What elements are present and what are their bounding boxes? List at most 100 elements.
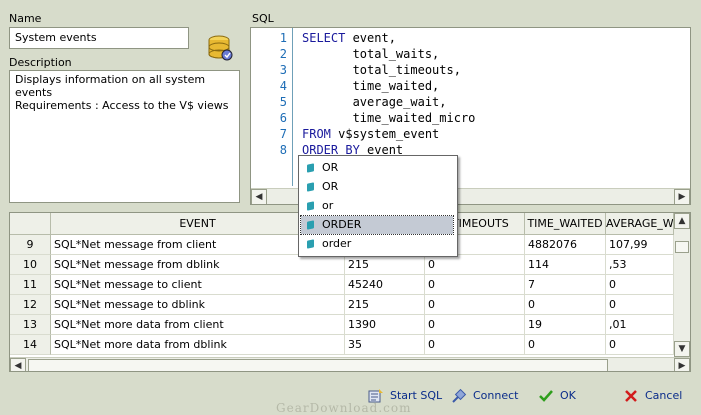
table-cell[interactable]: 0 <box>525 295 606 315</box>
row-number[interactable]: 10 <box>10 255 51 275</box>
keyword-icon <box>307 239 314 249</box>
table-cell[interactable]: ,53 <box>606 255 674 275</box>
scroll-right-icon[interactable]: ▶ <box>674 189 690 204</box>
sql-line: time_waited_micro <box>302 111 476 125</box>
row-number[interactable]: 9 <box>10 235 51 255</box>
cancel-button[interactable]: Cancel <box>623 386 685 406</box>
line-number: 3 <box>279 63 287 77</box>
table-cell[interactable]: 0 <box>606 295 674 315</box>
sql-line: average_wait, <box>302 95 447 109</box>
watermark: GearDownload.com <box>276 401 412 415</box>
table-cell[interactable]: SQL*Net more data from client <box>51 315 345 335</box>
autocomplete-item[interactable]: ORDER <box>300 215 454 235</box>
line-number: 1 <box>279 31 287 45</box>
scroll-left-icon[interactable]: ◀ <box>251 189 267 204</box>
database-icon <box>208 35 233 61</box>
autocomplete-item[interactable]: OR <box>301 159 453 177</box>
description-line: Displays information on all system event… <box>15 73 206 99</box>
table-cell[interactable]: SQL*Net message from dblink <box>51 255 345 275</box>
vertical-scroll-thumb[interactable] <box>675 241 689 253</box>
row-number[interactable]: 13 <box>10 315 51 335</box>
scroll-down-icon[interactable]: ▼ <box>674 341 690 357</box>
scroll-right-icon[interactable]: ▶ <box>674 358 690 371</box>
scroll-up-icon[interactable]: ▲ <box>674 213 690 229</box>
line-number: 7 <box>279 127 287 141</box>
sql-keyword: FROM <box>302 127 331 141</box>
keyword-icon <box>307 201 314 211</box>
keyword-icon <box>307 220 314 230</box>
sql-line: time_waited, <box>302 79 440 93</box>
autocomplete-item-label: order <box>322 237 352 250</box>
line-number: 6 <box>279 111 287 125</box>
autocomplete-item-label: OR <box>322 161 339 174</box>
table-cell[interactable]: 19 <box>525 315 606 335</box>
row-number[interactable]: 12 <box>10 295 51 315</box>
column-header[interactable]: TIME_WAITED <box>525 213 606 235</box>
keyword-icon <box>307 182 314 192</box>
ok-button[interactable]: OK <box>538 386 588 406</box>
table-cell[interactable]: 0 <box>525 335 606 355</box>
column-header[interactable] <box>10 213 51 235</box>
line-number: 2 <box>279 47 287 61</box>
description-line: Requirements : Access to the V$ views <box>15 99 229 112</box>
name-input[interactable]: System events <box>9 27 189 49</box>
autocomplete-item-label: ORDER <box>322 218 362 231</box>
sql-text: event, <box>345 31 396 45</box>
table-cell[interactable]: 0 <box>425 315 525 335</box>
column-header[interactable]: AVERAGE_W <box>606 213 674 235</box>
sql-text: total_timeouts, <box>302 63 461 77</box>
table-cell[interactable]: SQL*Net more data from dblink <box>51 335 345 355</box>
line-gutter: 1 2 3 4 5 6 7 8 <box>251 28 291 186</box>
autocomplete-item-label: OR <box>322 180 339 193</box>
name-label: Name <box>9 12 42 25</box>
sql-line: total_waits, <box>302 47 440 61</box>
table-cell[interactable]: ,01 <box>606 315 674 335</box>
line-number: 5 <box>279 95 287 109</box>
autocomplete-item[interactable]: OR <box>301 178 453 196</box>
table-cell[interactable]: 0 <box>606 335 674 355</box>
table-cell[interactable]: 0 <box>425 295 525 315</box>
scroll-left-icon[interactable]: ◀ <box>10 358 26 371</box>
table-cell[interactable]: 215 <box>345 255 425 275</box>
table-cell[interactable]: 4882076 <box>525 235 606 255</box>
cancel-label: Cancel <box>645 389 683 402</box>
table-cell[interactable]: 0 <box>425 335 525 355</box>
sql-line: FROM v$system_event <box>302 127 439 141</box>
description-textarea[interactable]: Displays information on all system event… <box>9 70 240 203</box>
table-cell[interactable]: SQL*Net message to client <box>51 275 345 295</box>
description-label: Description <box>9 56 72 69</box>
row-number[interactable]: 11 <box>10 275 51 295</box>
table-cell[interactable]: 35 <box>345 335 425 355</box>
autocomplete-popup[interactable]: OR OR or ORDER order <box>298 155 458 257</box>
line-number: 4 <box>279 79 287 93</box>
autocomplete-item-label: or <box>322 199 334 212</box>
sql-text: v$system_event <box>330 127 440 141</box>
horizontal-scroll-thumb[interactable] <box>28 359 608 371</box>
row-number[interactable]: 14 <box>10 335 51 355</box>
sql-text: time_waited, <box>302 79 440 93</box>
sql-text: average_wait, <box>302 95 447 109</box>
table-cell[interactable]: 45240 <box>345 275 425 295</box>
grid-vertical-scrollbar[interactable]: ▲ ▼ <box>674 213 690 357</box>
checkmark-icon <box>539 390 553 402</box>
table-cell[interactable]: 114 <box>525 255 606 275</box>
table-cell[interactable]: 7 <box>525 275 606 295</box>
table-cell[interactable]: 107,99 <box>606 235 674 255</box>
table-cell[interactable]: 0 <box>425 275 525 295</box>
table-cell[interactable]: 0 <box>606 275 674 295</box>
table-cell[interactable]: 215 <box>345 295 425 315</box>
line-number: 8 <box>279 143 287 157</box>
sql-line: total_timeouts, <box>302 63 461 77</box>
sql-keyword: SELECT <box>302 31 346 45</box>
grid-horizontal-scrollbar[interactable]: ◀ ▶ <box>10 357 690 371</box>
x-icon <box>625 390 637 402</box>
sql-text: total_waits, <box>302 47 440 61</box>
table-cell[interactable]: 0 <box>425 255 525 275</box>
connect-button[interactable]: Connect <box>451 386 521 406</box>
table-cell[interactable]: 1390 <box>345 315 425 335</box>
autocomplete-item[interactable]: order <box>301 235 453 253</box>
connect-icon <box>452 388 467 403</box>
autocomplete-item[interactable]: or <box>301 197 453 215</box>
table-cell[interactable]: SQL*Net message to dblink <box>51 295 345 315</box>
sql-label: SQL <box>252 12 274 25</box>
